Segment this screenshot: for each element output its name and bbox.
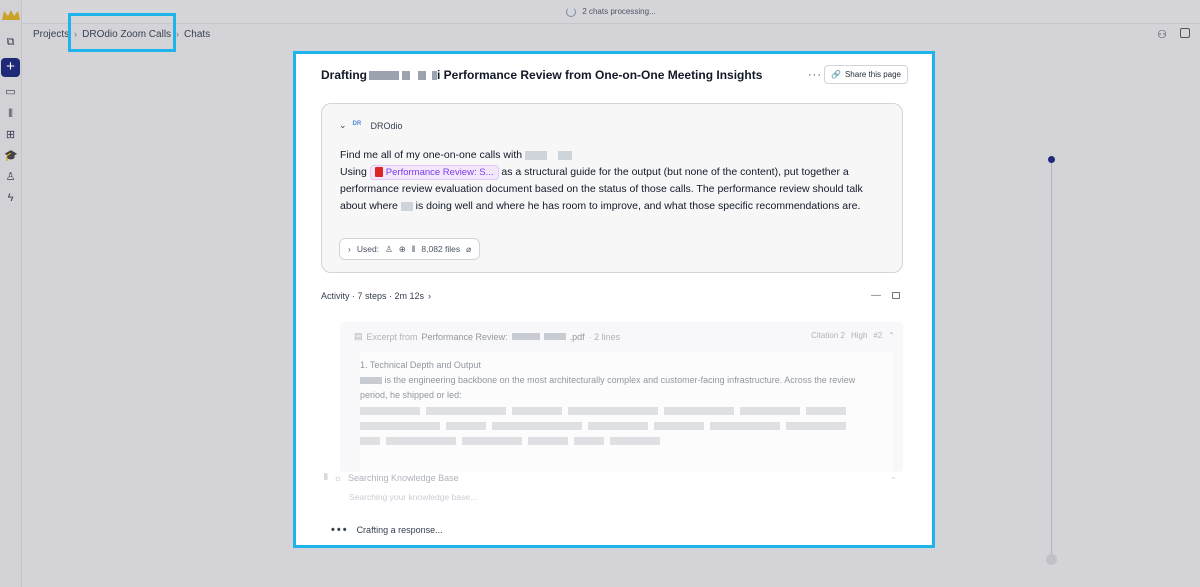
used-label: Used: <box>356 244 380 254</box>
excerpt-line: is the engineering backbone on the most … <box>360 373 893 388</box>
chevron-down-icon[interactable]: ⌄ <box>339 120 347 131</box>
scroll-track[interactable] <box>1051 160 1052 560</box>
used-sources-button[interactable]: › Used: ♙ ⊕ ⫴ 8,082 files ⌀ <box>339 238 481 260</box>
message-using: Using <box>340 166 367 178</box>
avatar: DR <box>352 120 362 127</box>
message-text: Find me all of my one-on-one calls with … <box>340 147 890 215</box>
excerpt-body2: period, he shipped or led: <box>360 390 462 400</box>
redacted-name <box>400 201 413 211</box>
scroll-end-marker[interactable] <box>1046 554 1057 565</box>
redacted-line <box>360 403 893 418</box>
search-subtext: Searching your knowledge base... <box>349 492 478 502</box>
globe-icon: ⊕ <box>398 243 406 254</box>
chat-panel: Drafting i Performance Review from One-o… <box>293 51 935 548</box>
title-suffix: i Performance Review from One-on-One Mee… <box>437 68 763 82</box>
library-icon: ⫴ <box>411 243 416 254</box>
crown-logo-icon[interactable] <box>2 10 20 20</box>
processing-status-text: 2 chats processing... <box>582 7 656 16</box>
processing-status-bar: 2 chats processing... <box>22 0 1200 24</box>
redacted-name <box>360 377 382 385</box>
document-icon: ▤ <box>354 331 363 341</box>
spinner-icon <box>566 6 577 17</box>
breadcrumb-highlight-box <box>68 13 176 52</box>
collapse-icon[interactable]: — <box>871 290 881 301</box>
more-options-button[interactable]: ··· <box>808 69 822 81</box>
page-title: Drafting i Performance Review from One-o… <box>321 68 762 82</box>
citation-meta: Citation 2 High #2 ⌃ <box>811 331 895 340</box>
panel-icon[interactable] <box>892 292 900 299</box>
title-prefix: Drafting <box>321 68 367 82</box>
excerpt-card[interactable]: ▤ Excerpt from Performance Review: .pdf … <box>340 322 903 472</box>
message-line1: Find me all of my one-on-one calls with <box>340 149 523 161</box>
sidebar-toggle-icon[interactable] <box>1180 28 1190 38</box>
library-icon: ⫴ <box>324 472 328 482</box>
chevron-up-icon[interactable]: ⌃ <box>888 331 895 340</box>
confidence-label: High <box>850 331 868 340</box>
citation-label: Citation 2 <box>811 331 845 340</box>
activity-toggle[interactable]: Activity · 7 steps · 2m 12s › <box>321 291 431 301</box>
excerpt-body: 1. Technical Depth and Output is the eng… <box>360 352 893 472</box>
new-chat-button[interactable]: + <box>1 58 20 77</box>
share-label: Share this page <box>844 70 902 79</box>
crafting-status: ••• Crafting a response... <box>331 524 443 536</box>
redacted-name <box>543 333 566 340</box>
attachment-icon: ⌀ <box>466 243 472 254</box>
excerpt-lines: · 2 lines <box>588 331 621 342</box>
redacted-name <box>525 150 548 160</box>
excerpt-body1: is the engineering backbone on the most … <box>382 375 856 385</box>
redacted-name <box>369 70 399 80</box>
activity-label: Activity · 7 steps · 2m 12s <box>321 291 425 301</box>
share-page-button[interactable]: 🔗 Share this page <box>824 65 909 84</box>
pdf-icon <box>374 167 383 178</box>
scroll-position-marker[interactable] <box>1048 156 1055 163</box>
graduation-cap-icon[interactable]: 🎓 <box>4 150 18 163</box>
redacted-line <box>360 433 893 448</box>
excerpt-doc-name: Performance Review: <box>421 331 508 342</box>
copy-icon[interactable]: ⧉ <box>4 36 17 49</box>
breadcrumb-chats[interactable]: Chats <box>184 29 210 40</box>
spinner-icon: ☼ <box>333 472 343 483</box>
excerpt-heading: 1. Technical Depth and Output <box>360 360 481 370</box>
chevron-right-icon: › <box>348 244 351 254</box>
message-body-end: is doing well and where he has room to i… <box>415 200 861 212</box>
user-search-icon[interactable]: ♙ <box>4 171 17 184</box>
chevron-down-icon[interactable]: ⌄ <box>890 472 897 481</box>
searching-knowledge-base[interactable]: ⫴ ☼ Searching Knowledge Base <box>324 472 459 483</box>
document-chip[interactable]: Performance Review: S... <box>369 164 499 180</box>
redacted-name <box>402 70 410 80</box>
chevron-right-icon: › <box>428 291 432 301</box>
excerpt-header: ▤ Excerpt from Performance Review: .pdf … <box>354 331 620 342</box>
excerpt-ext: .pdf <box>569 331 585 342</box>
citation-number: #2 <box>873 331 883 340</box>
lightning-icon[interactable]: ϟ <box>4 192 17 205</box>
chevron-right-icon: › <box>176 29 180 39</box>
typing-dots-icon: ••• <box>331 524 349 536</box>
chat-icon[interactable]: ▭ <box>4 86 17 99</box>
chip-label: Performance Review: S... <box>385 166 494 178</box>
files-count: 8,082 files <box>421 244 461 254</box>
redacted-name <box>418 70 426 80</box>
excerpt-line: period, he shipped or led: <box>360 388 893 403</box>
user-message-card: ⌄ DR DROdio Find me all of my one-on-one… <box>321 103 903 273</box>
message-author[interactable]: ⌄ DR DROdio <box>339 120 403 131</box>
users-icon[interactable]: ⚇ <box>1157 28 1167 41</box>
search-label: Searching Knowledge Base <box>348 472 459 483</box>
excerpt-prefix: Excerpt from <box>366 331 418 342</box>
crafting-label: Crafting a response... <box>356 525 443 535</box>
library-icon[interactable]: ⫴ <box>4 108 17 121</box>
link-icon: 🔗 <box>831 70 841 79</box>
apps-icon[interactable]: ⊞ <box>4 129 17 142</box>
redacted-name <box>511 333 540 340</box>
redacted-name <box>557 150 572 160</box>
breadcrumb-projects[interactable]: Projects <box>33 29 69 40</box>
left-rail: ⧉ + ▭ ⫴ ⊞ 🎓 ♙ ϟ <box>0 0 22 587</box>
author-name: DROdio <box>370 120 403 131</box>
redacted-line <box>360 418 893 433</box>
person-icon: ♙ <box>385 243 393 254</box>
